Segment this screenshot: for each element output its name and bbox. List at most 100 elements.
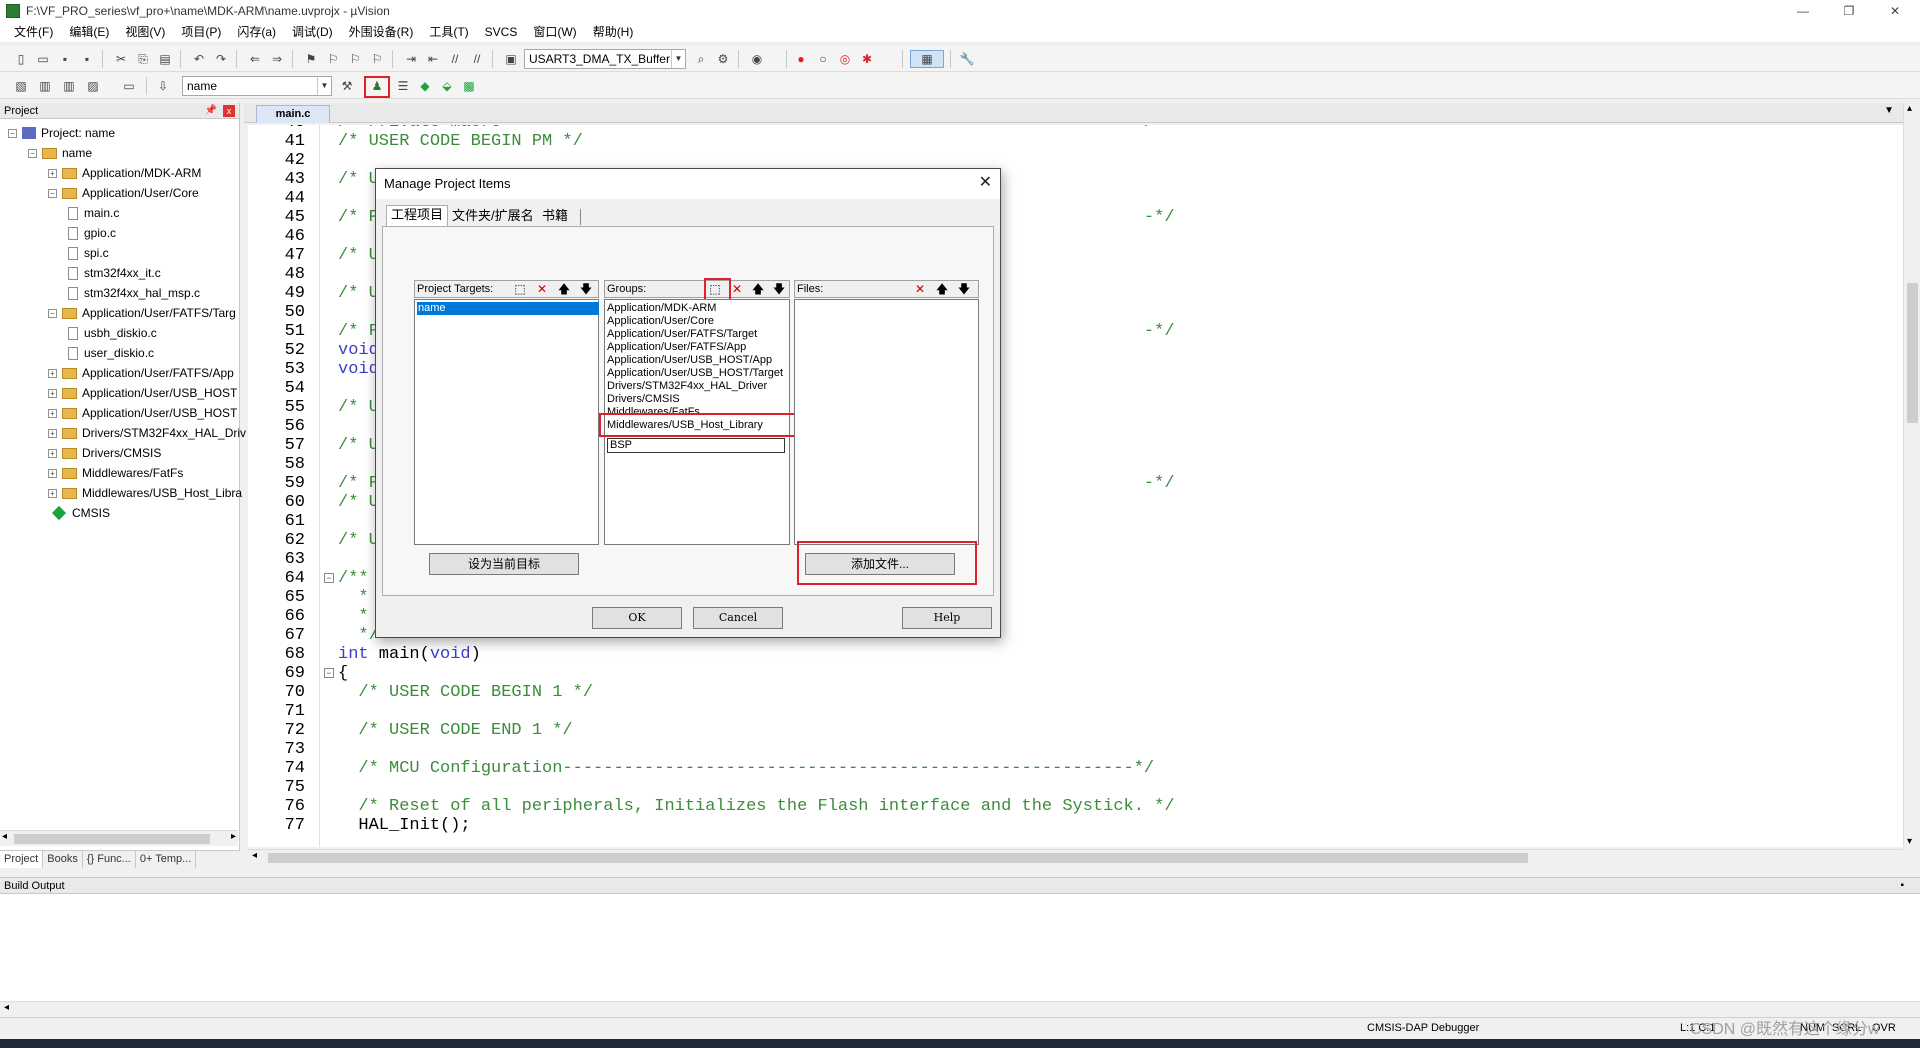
batch-build-icon[interactable]: ▨ — [84, 77, 102, 95]
redo-icon[interactable]: ↷ — [212, 50, 230, 68]
tab-list-chevron-icon[interactable]: ▼ — [1884, 105, 1894, 116]
expand-icon[interactable]: + — [48, 468, 57, 478]
window-layout-icon[interactable]: ▦ — [910, 50, 944, 68]
breakpoint-icon[interactable]: ● — [792, 50, 810, 68]
group-item[interactable]: Drivers/CMSIS — [607, 393, 680, 406]
configure-icon[interactable]: 🔧 — [958, 50, 976, 68]
scroll-up-icon[interactable]: ▴ — [1907, 103, 1912, 114]
scroll-left-icon[interactable]: ◂ — [2, 831, 7, 842]
group-item[interactable]: Application/User/FATFS/Target — [607, 328, 757, 341]
expand-icon[interactable]: + — [48, 448, 57, 458]
stop-build-icon[interactable]: ▭ — [120, 77, 138, 95]
kill-breakpoints-icon[interactable]: ✱ — [858, 50, 876, 68]
tree-item[interactable]: − Application/User/FATFS/Targ — [48, 303, 236, 323]
incremental-find-icon[interactable]: ⚙ — [714, 50, 732, 68]
cancel-button[interactable]: Cancel — [693, 607, 783, 629]
chevron-down-icon[interactable]: ▼ — [671, 50, 685, 68]
target-options-icon[interactable]: ⚒ — [338, 77, 356, 95]
pin-icon[interactable]: 📌 — [205, 103, 217, 119]
menu-flash[interactable]: 闪存(a) — [229, 22, 284, 42]
bookmark-prev-icon[interactable]: ⚐ — [324, 50, 342, 68]
delete-group-icon[interactable]: ✕ — [730, 282, 744, 296]
tree-item[interactable]: − Application/User/Core — [48, 183, 199, 203]
tree-item[interactable]: − Project: name — [8, 123, 115, 143]
find-in-files-icon[interactable]: ▣ — [502, 50, 520, 68]
open-file-icon[interactable]: ▭ — [34, 50, 52, 68]
tree-item[interactable]: stm32f4xx_hal_msp.c — [68, 283, 200, 303]
run-time-env-icon[interactable]: ▩ — [460, 77, 478, 95]
move-up-icon[interactable]: 🡅 — [557, 282, 571, 296]
copy-icon[interactable]: ⎘ — [134, 50, 152, 68]
expand-icon[interactable]: + — [48, 488, 57, 498]
ok-button[interactable]: OK — [592, 607, 682, 629]
menu-help[interactable]: 帮助(H) — [585, 22, 642, 42]
disable-all-breakpoints-icon[interactable]: ◎ — [836, 50, 854, 68]
chevron-down-icon[interactable]: ▼ — [317, 77, 331, 95]
tree-item[interactable]: + Middlewares/FatFs — [48, 463, 183, 483]
paste-icon[interactable]: ▤ — [156, 50, 174, 68]
menu-debug[interactable]: 调试(D) — [284, 22, 341, 42]
debug-session-icon[interactable]: ◉ — [748, 50, 766, 68]
group-item[interactable]: Application/MDK-ARM — [607, 302, 716, 315]
pack-installer-icon[interactable]: ⬙ — [438, 77, 456, 95]
tree-item[interactable]: − name — [28, 143, 92, 163]
comment-icon[interactable]: // — [446, 50, 464, 68]
expand-icon[interactable]: + — [48, 408, 57, 418]
group-item[interactable]: Drivers/STM32F4xx_HAL_Driver — [607, 380, 767, 393]
collapse-icon[interactable]: − — [8, 128, 17, 138]
menu-peripherals[interactable]: 外围设备(R) — [341, 22, 422, 42]
bookmark-icon[interactable]: ⚑ — [302, 50, 320, 68]
rebuild-icon[interactable]: ▥ — [60, 77, 78, 95]
fold-icon[interactable]: − — [324, 573, 334, 583]
set-current-target-button[interactable]: 设为当前目标 — [429, 553, 579, 575]
pin-icon[interactable]: ▪ — [1900, 878, 1904, 894]
new-target-icon[interactable]: ⬚ — [513, 282, 527, 296]
translate-icon[interactable]: ▧ — [12, 77, 30, 95]
delete-target-icon[interactable]: ✕ — [535, 282, 549, 296]
group-item[interactable]: Application/User/Core — [607, 315, 714, 328]
tree-item[interactable]: main.c — [68, 203, 119, 223]
targets-list[interactable]: name — [414, 299, 599, 545]
minimize-button[interactable]: — — [1780, 0, 1826, 22]
tree-item[interactable]: + Middlewares/USB_Host_Libra — [48, 483, 242, 503]
tree-item[interactable]: stm32f4xx_it.c — [68, 263, 161, 283]
save-all-icon[interactable]: ▪ — [78, 50, 96, 68]
new-group-input[interactable]: BSP — [607, 438, 785, 453]
tree-item[interactable]: gpio.c — [68, 223, 116, 243]
expand-icon[interactable]: + — [48, 168, 57, 178]
menu-svcs[interactable]: SVCS — [477, 22, 526, 42]
files-list[interactable] — [794, 299, 979, 545]
tab-functions[interactable]: {} Func... — [83, 851, 136, 868]
menu-window[interactable]: 窗口(W) — [525, 22, 584, 42]
scroll-down-icon[interactable]: ▾ — [1907, 836, 1912, 847]
menu-project[interactable]: 项目(P) — [173, 22, 229, 42]
editor-hscrollbar[interactable]: ◂ — [248, 849, 1903, 865]
collapse-icon[interactable]: − — [48, 188, 57, 198]
scroll-thumb[interactable] — [268, 853, 1528, 863]
save-icon[interactable]: ▪ — [56, 50, 74, 68]
tab-main-c[interactable]: main.c — [256, 105, 330, 123]
maximize-button[interactable]: ❐ — [1826, 0, 1872, 22]
tab-templates[interactable]: 0+ Temp... — [136, 851, 197, 868]
tree-item[interactable]: CMSIS — [51, 503, 110, 523]
close-icon[interactable]: x — [223, 105, 235, 117]
move-up-icon[interactable]: 🡅 — [751, 282, 765, 296]
bookmark-next-icon[interactable]: ⚐ — [346, 50, 364, 68]
build-output-hscrollbar[interactable]: ◂ — [0, 1001, 1920, 1017]
menu-file[interactable]: 文件(F) — [6, 22, 61, 42]
collapse-icon[interactable]: − — [48, 308, 57, 318]
expand-icon[interactable]: + — [48, 428, 57, 438]
nav-forward-icon[interactable]: ⇒ — [268, 50, 286, 68]
close-button[interactable]: ✕ — [1872, 0, 1918, 22]
target-combo[interactable]: name ▼ — [182, 76, 332, 96]
indent-icon[interactable]: ⇥ — [402, 50, 420, 68]
menu-view[interactable]: 视图(V) — [117, 22, 173, 42]
tab-books[interactable]: 书籍 — [538, 207, 572, 227]
undo-icon[interactable]: ↶ — [190, 50, 208, 68]
tree-item[interactable]: + Drivers/CMSIS — [48, 443, 161, 463]
tab-folders-extensions[interactable]: 文件夹/扩展名 — [448, 207, 538, 227]
tab-project-items[interactable]: 工程项目 — [386, 205, 449, 227]
tree-item[interactable]: + Application/User/USB_HOST — [48, 383, 237, 403]
tree-item[interactable]: + Application/User/FATFS/App — [48, 363, 234, 383]
menu-tools[interactable]: 工具(T) — [421, 22, 476, 42]
